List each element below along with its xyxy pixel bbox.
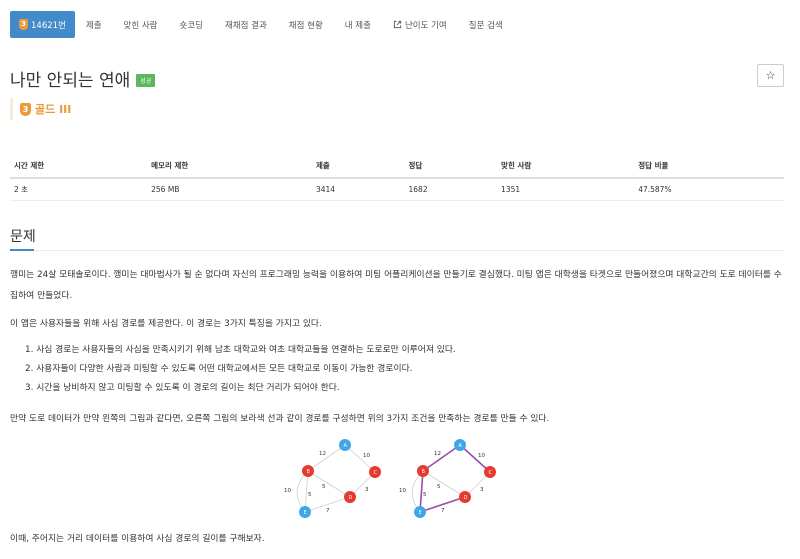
status-badge: 성공	[136, 73, 156, 87]
problem-info-table: 시간 제한 메모리 제한 제출 정답 맞힌 사람 정답 비율 2 초 256 M…	[10, 153, 784, 201]
list-item: 3. 시간을 낭비하지 않고 미팅할 수 있도록 이 경로의 길이는 최단 거리…	[25, 383, 340, 393]
tab-label: 14621번	[31, 20, 66, 31]
edge-weight: 10	[363, 453, 370, 459]
node-label: D	[349, 495, 353, 501]
tab-label: 숏코딩	[179, 20, 203, 31]
tab-label: 채점 현황	[288, 20, 323, 31]
gold-tier-icon: 3	[20, 102, 31, 116]
section-underline	[10, 249, 34, 251]
tab-difficulty-contribution[interactable]: 난이도 기여	[382, 11, 458, 38]
header-memory-limit: 메모리 제한	[147, 153, 312, 179]
left-graph: 12 10 5 3 10 5 7 A B C D E	[284, 439, 381, 518]
time-limit-value: 2 초	[10, 178, 148, 201]
table-header-row: 시간 제한 메모리 제한 제출 정답 맞힌 사람 정답 비율	[10, 153, 784, 179]
header-submissions: 제출	[311, 153, 405, 179]
problem-paragraph: 만약 도로 데이터가 만약 왼쪽의 그림과 같다면, 오른쪽 그림의 보라색 선…	[10, 414, 550, 424]
section-divider	[10, 250, 784, 251]
list-item: 2. 사용자들이 다양한 사람과 미팅할 수 있도록 어떤 대학교에서든 모든 …	[25, 364, 413, 374]
node-label: D	[464, 495, 468, 501]
edge-weight: 3	[480, 487, 484, 493]
title-row: 나만 안되는 연애 성공	[10, 66, 156, 91]
edge-weight: 12	[319, 451, 326, 457]
tab-label: 내 제출	[344, 20, 371, 31]
submissions-value: 3414	[311, 178, 405, 201]
node-label: B	[422, 469, 426, 475]
node-label: A	[344, 443, 348, 449]
star-icon: ☆	[765, 69, 776, 82]
node-label: E	[304, 510, 307, 516]
tab-solved-users[interactable]: 맞힌 사람	[113, 11, 169, 38]
edge-weight: 5	[308, 492, 312, 498]
page-title: 나만 안되는 연애	[10, 71, 131, 91]
tab-problem[interactable]: 3 14621번	[10, 11, 75, 38]
edge-weight: 10	[284, 488, 291, 494]
node-label: A	[459, 443, 463, 449]
edge-weight: 7	[326, 508, 330, 514]
problem-paragraph: 깽미는 24살 모태솔로이다. 깽미는 대마법사가 될 순 없다며 자신의 프로…	[10, 270, 782, 301]
list-item: 1. 사심 경로는 사용자들의 사심을 만족시키기 위해 남초 대학교와 여초 …	[25, 345, 456, 355]
edge-weight: 10	[478, 453, 485, 459]
edge-weight: 3	[365, 487, 369, 493]
tab-label: 질문 검색	[468, 20, 503, 31]
edge-weight: 5	[437, 484, 441, 490]
accept-ratio-value: 47.587%	[634, 178, 784, 201]
edge-weight: 10	[399, 488, 406, 494]
node-label: C	[374, 470, 378, 476]
condition-list: 1. 사심 경로는 사용자들의 사심을 만족시키기 위해 남초 대학교와 여초 …	[25, 341, 456, 398]
node-label: B	[307, 469, 311, 475]
header-accept-ratio: 정답 비율	[634, 153, 784, 179]
tab-label: 난이도 기여	[404, 20, 447, 31]
graph-figure: 12 10 5 3 10 5 7 A B C D E 12 10 5 3 10 …	[284, 439, 496, 518]
tab-rejudge-results[interactable]: 재채점 결과	[214, 11, 278, 38]
tab-label: 맞힌 사람	[123, 20, 158, 31]
problem-paragraph: 이때, 주어지는 거리 데이터를 이용하여 사심 경로의 길이를 구해보자.	[10, 534, 265, 544]
star-button[interactable]: ☆	[757, 64, 784, 87]
header-accepted: 정답	[404, 153, 498, 179]
accepted-value: 1682	[404, 178, 498, 201]
edge-weight: 5	[322, 484, 326, 490]
edge-weight: 5	[423, 492, 427, 498]
tab-status[interactable]: 채점 현황	[278, 11, 334, 38]
external-link-icon	[393, 20, 402, 29]
tab-label: 제출	[85, 20, 102, 31]
tab-my-submissions[interactable]: 내 제출	[334, 11, 382, 38]
solved-users-value: 1351	[497, 178, 635, 201]
header-time-limit: 시간 제한	[10, 153, 148, 179]
problem-tabs: 3 14621번 제출 맞힌 사람 숏코딩 재채점 결과 채점 현황 내 제출 …	[10, 11, 514, 38]
edge-weight: 12	[434, 451, 441, 457]
tab-label: 재채점 결과	[224, 20, 267, 31]
tab-question-search[interactable]: 질문 검색	[458, 11, 514, 38]
tier-label: 골드 III	[35, 103, 72, 116]
right-graph: 12 10 5 3 10 5 7 A B C D E	[399, 439, 496, 518]
edge-weight: 7	[441, 508, 445, 514]
table-row: 2 초 256 MB 3414 1682 1351 47.587%	[10, 178, 784, 201]
problem-paragraph: 이 앱은 사용자들을 위해 사심 경로를 제공한다. 이 경로는 3가지 특징을…	[10, 319, 322, 329]
memory-limit-value: 256 MB	[147, 178, 312, 201]
tab-submit[interactable]: 제출	[75, 11, 113, 38]
node-label: C	[489, 470, 493, 476]
tier-row: 3 골드 III	[10, 98, 71, 120]
tier-icon: 3	[19, 19, 28, 30]
tab-short-coding[interactable]: 숏코딩	[169, 11, 214, 38]
node-label: E	[419, 510, 422, 516]
section-title: 문제	[10, 229, 36, 245]
header-solved-users: 맞힌 사람	[497, 153, 635, 179]
